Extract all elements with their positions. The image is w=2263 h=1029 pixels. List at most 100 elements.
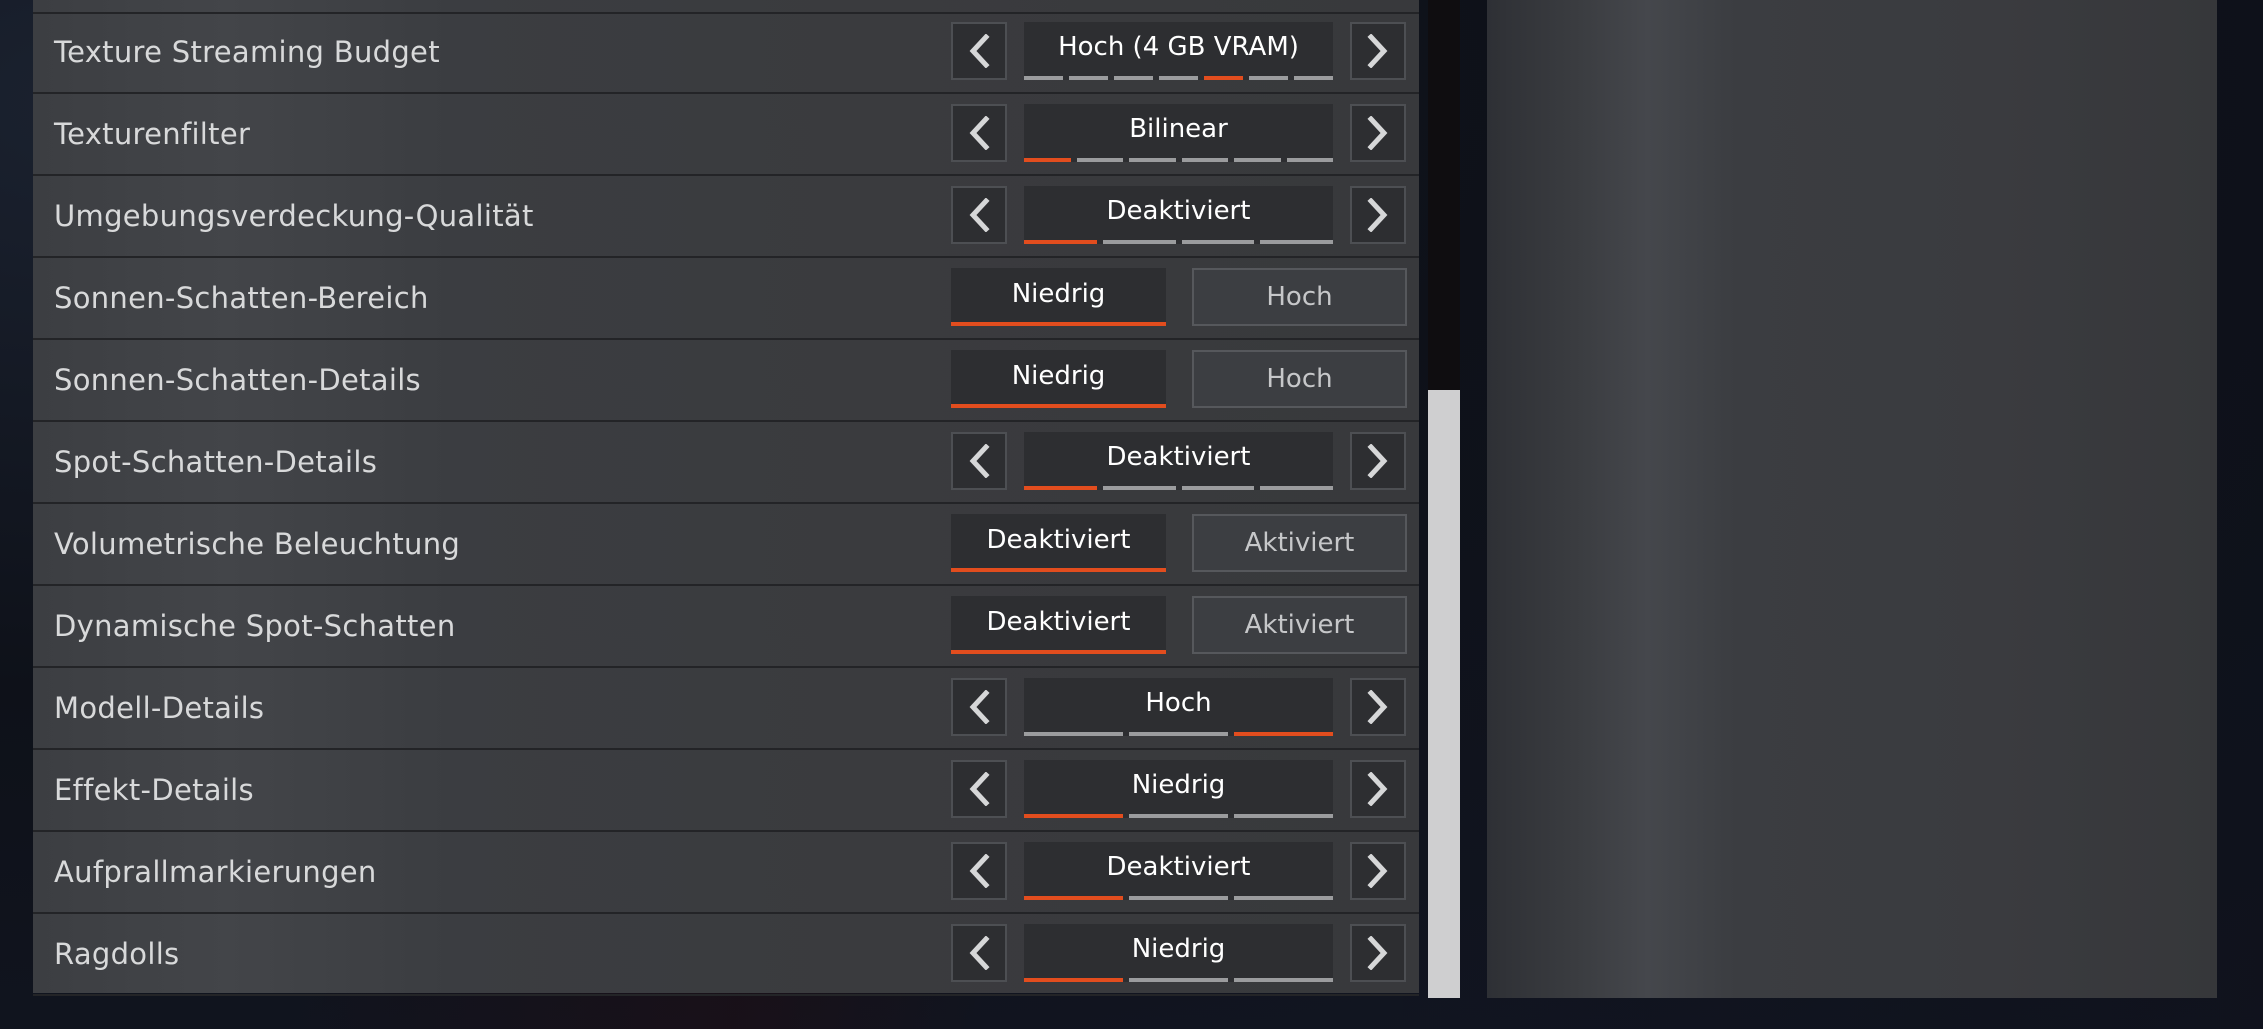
setting-row-sonnen-schatten-details: Sonnen-Schatten-Details Niedrig Hoch — [33, 340, 1419, 422]
setting-label: Ragdolls — [54, 937, 180, 971]
chevron-right-icon — [1367, 854, 1388, 888]
level-segment-active — [1024, 896, 1123, 900]
chevron-left-icon — [969, 444, 990, 478]
setting-preview-panel — [1487, 0, 2217, 998]
level-segment — [1129, 814, 1228, 818]
chevron-left-icon — [969, 936, 990, 970]
level-segment-active — [1024, 814, 1123, 818]
level-segment — [1024, 76, 1063, 80]
level-segment-active — [1024, 158, 1071, 162]
option-value: Bilinear — [1129, 114, 1228, 144]
level-segment — [1234, 814, 1333, 818]
setting-row-aufprallmarkierungen: Aufprallmarkierungen Deaktiviert — [33, 832, 1419, 914]
chevron-right-icon — [1367, 690, 1388, 724]
setting-row-effekt-details: Effekt-Details Niedrig — [33, 750, 1419, 832]
setting-label: Texture Streaming Budget — [54, 35, 440, 69]
setting-row-modell-details: Modell-Details Hoch — [33, 668, 1419, 750]
next-option-button[interactable] — [1350, 924, 1406, 982]
setting-label: Effekt-Details — [54, 773, 254, 807]
next-option-button[interactable] — [1350, 22, 1406, 80]
next-option-button[interactable] — [1350, 842, 1406, 900]
next-option-button[interactable] — [1350, 678, 1406, 736]
option-alternative-button[interactable]: Hoch — [1192, 350, 1407, 408]
level-segment — [1159, 76, 1198, 80]
previous-option-button[interactable] — [951, 104, 1007, 162]
next-option-button[interactable] — [1350, 432, 1406, 490]
setting-row-spot-schatten-details: Spot-Schatten-Details Deaktiviert — [33, 422, 1419, 504]
chevron-right-icon — [1367, 116, 1388, 150]
option-level-indicator — [1024, 814, 1333, 818]
previous-option-button[interactable] — [951, 186, 1007, 244]
option-value-display[interactable]: Bilinear — [1024, 104, 1333, 162]
option-value: Deaktiviert — [1106, 196, 1251, 226]
option-value-display[interactable]: Niedrig — [1024, 924, 1333, 982]
previous-option-button[interactable] — [951, 678, 1007, 736]
option-value-display[interactable]: Hoch — [1024, 678, 1333, 736]
chevron-right-icon — [1367, 444, 1388, 478]
previous-option-button[interactable] — [951, 760, 1007, 818]
option-level-indicator — [1024, 240, 1333, 244]
chevron-left-icon — [969, 116, 990, 150]
level-segment — [1076, 158, 1123, 162]
next-option-button[interactable] — [1350, 760, 1406, 818]
chevron-right-icon — [1367, 936, 1388, 970]
setting-row-sonnen-schatten-bereich: Sonnen-Schatten-Bereich Niedrig Hoch — [33, 258, 1419, 340]
option-selected-button[interactable]: Deaktiviert — [951, 514, 1166, 572]
level-segment — [1234, 896, 1333, 900]
option-level-indicator — [1024, 896, 1333, 900]
level-segment — [1114, 76, 1153, 80]
setting-label: Volumetrische Beleuchtung — [54, 527, 461, 561]
option-value-display[interactable]: Hoch (4 GB VRAM) — [1024, 22, 1333, 80]
level-segment-active — [1024, 978, 1123, 982]
next-option-button[interactable] — [1350, 186, 1406, 244]
option-selected-button[interactable]: Niedrig — [951, 350, 1166, 408]
scrollbar-thumb[interactable] — [1428, 390, 1460, 998]
previous-option-button[interactable] — [951, 22, 1007, 80]
video-settings-list: Texture Streaming Budget Hoch (4 GB VRAM… — [33, 0, 1419, 996]
level-segment — [1260, 240, 1333, 244]
level-segment — [1260, 486, 1333, 490]
option-value-display[interactable]: Deaktiviert — [1024, 432, 1333, 490]
level-segment — [1102, 486, 1176, 490]
previous-option-button[interactable] — [951, 842, 1007, 900]
option-selected-button[interactable]: Niedrig — [951, 268, 1166, 326]
option-level-indicator — [1024, 158, 1333, 162]
setting-label: Sonnen-Schatten-Bereich — [54, 281, 429, 315]
option-value: Niedrig — [1131, 934, 1226, 964]
option-alternative-button[interactable]: Aktiviert — [1192, 596, 1407, 654]
setting-label: Dynamische Spot-Schatten — [54, 609, 456, 643]
level-segment-active — [1024, 240, 1097, 244]
previous-option-button[interactable] — [951, 432, 1007, 490]
option-selected-button[interactable]: Deaktiviert — [951, 596, 1166, 654]
setting-row-umgebungsverdeckung-qualitaet: Umgebungsverdeckung-Qualität Deaktiviert — [33, 176, 1419, 258]
level-segment — [1234, 978, 1333, 982]
setting-row-texturenfilter: Texturenfilter Bilinear — [33, 94, 1419, 176]
chevron-left-icon — [969, 690, 990, 724]
level-segment — [1129, 896, 1228, 900]
level-segment — [1129, 978, 1228, 982]
level-segment — [1102, 240, 1176, 244]
option-value: Hoch — [1145, 688, 1212, 718]
setting-row-volumetrische-beleuchtung: Volumetrische Beleuchtung Deaktiviert Ak… — [33, 504, 1419, 586]
chevron-right-icon — [1367, 772, 1388, 806]
option-alternative-button[interactable]: Aktiviert — [1192, 514, 1407, 572]
level-segment-active — [1204, 76, 1243, 80]
option-value-display[interactable]: Deaktiviert — [1024, 842, 1333, 900]
option-value: Deaktiviert — [1106, 852, 1251, 882]
level-segment — [1069, 76, 1108, 80]
option-value-display[interactable]: Deaktiviert — [1024, 186, 1333, 244]
setting-label: Aufprallmarkierungen — [54, 855, 377, 889]
option-level-indicator — [1024, 486, 1333, 490]
level-segment-active — [1024, 486, 1097, 490]
previous-option-button[interactable] — [951, 924, 1007, 982]
option-alternative-button[interactable]: Hoch — [1192, 268, 1407, 326]
level-segment — [1181, 240, 1255, 244]
level-segment — [1286, 158, 1333, 162]
chevron-left-icon — [969, 198, 990, 232]
setting-label: Texturenfilter — [54, 117, 251, 151]
level-segment-active — [1234, 732, 1333, 736]
option-value-display[interactable]: Niedrig — [1024, 760, 1333, 818]
next-option-button[interactable] — [1350, 104, 1406, 162]
setting-row-ragdolls: Ragdolls Niedrig — [33, 914, 1419, 996]
setting-row-texture-streaming-budget: Texture Streaming Budget Hoch (4 GB VRAM… — [33, 12, 1419, 94]
